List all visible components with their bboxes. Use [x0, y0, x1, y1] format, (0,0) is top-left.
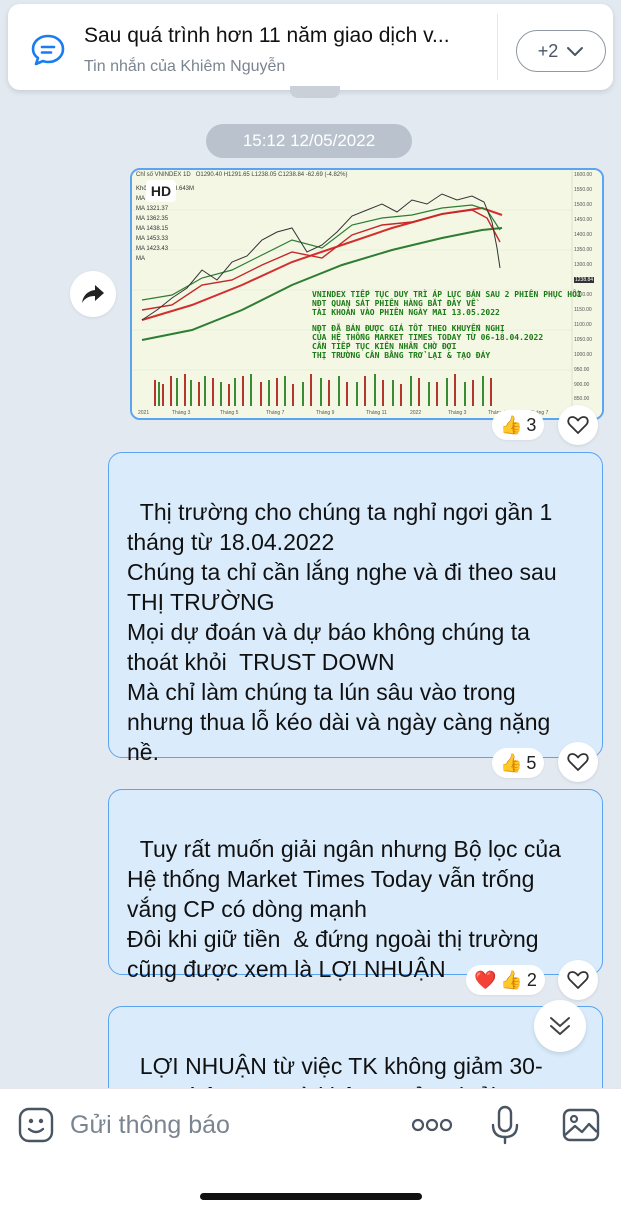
- time-tick: Tháng 9: [316, 410, 335, 416]
- time-tick: Tháng 5: [220, 410, 239, 416]
- chat-bubble-icon: [31, 34, 65, 66]
- annotation-line: CỦA HỆ THỐNG MARKET TIMES TODAY TỪ 06-18…: [312, 333, 544, 342]
- ma-item: MA 1438.15: [136, 226, 169, 232]
- time-tick: Tháng 7: [266, 410, 285, 416]
- thumbs-up-icon: 👍: [500, 969, 523, 990]
- chevron-down-icon: [567, 47, 584, 56]
- message-text: Thị trường cho chúng ta nghỉ ngơi gần 1 …: [127, 499, 557, 765]
- price-tick: 1500.00: [574, 202, 593, 208]
- pinned-divider: [497, 14, 498, 80]
- time-tick: 2021: [138, 410, 150, 416]
- forward-button[interactable]: [70, 271, 116, 317]
- pinned-message-bar[interactable]: Sau quá trình hơn 11 năm giao dịch v... …: [8, 4, 613, 90]
- message-bubble[interactable]: Tuy rất muốn giải ngân nhưng Bộ lọc của …: [108, 789, 603, 982]
- price-tick: 850.00: [574, 396, 590, 402]
- ma-item: MA 1321.37: [136, 206, 169, 212]
- price-tick: 1300.00: [574, 262, 593, 268]
- pinned-title: Sau quá trình hơn 11 năm giao dịch v...: [84, 24, 450, 47]
- reaction-summary[interactable]: ❤️ 👍 2: [466, 965, 545, 995]
- home-indicator: [200, 1193, 422, 1200]
- reaction-summary[interactable]: 👍 5: [492, 748, 545, 778]
- more-dots-icon[interactable]: [410, 1111, 454, 1139]
- like-button[interactable]: [558, 960, 598, 1000]
- time-tick: Tháng 3: [172, 410, 191, 416]
- scroll-to-bottom-button[interactable]: [534, 1000, 586, 1052]
- annotation-line: NĐT ĐÃ BÁN ĐƯỢC GIÁ TỐT THEO KHUYẾN NGHỊ: [312, 324, 505, 333]
- price-ticks: 1600.00 1550.00 1500.00 1450.00 1400.00 …: [574, 170, 602, 408]
- chart-title: Chỉ số VNINDEX 1D: [136, 172, 191, 178]
- like-button[interactable]: [558, 405, 598, 445]
- scroll-handle: [290, 86, 340, 98]
- timestamp-chip: 15:12 12/05/2022: [206, 124, 412, 158]
- message-bubble[interactable]: Thị trường cho chúng ta nghỉ ngơi gần 1 …: [108, 452, 603, 765]
- ma-item: MA 1453.33: [136, 236, 169, 242]
- reaction-summary[interactable]: 👍 3: [492, 410, 545, 440]
- message-input[interactable]: Gửi thông báo: [70, 1111, 230, 1140]
- annotation-line: CẦN TIẾP TỤC KIÊN NHẪN CHỜ ĐỢI: [312, 342, 457, 351]
- time-tick: Tháng 3: [448, 410, 467, 416]
- reaction-count: 3: [526, 414, 537, 435]
- chart-annotation-2: NĐT ĐÃ BÁN ĐƯỢC GIÁ TỐT THEO KHUYẾN NGHỊ…: [312, 324, 543, 360]
- ma-item: MA: [136, 256, 145, 262]
- time-tick: 2022: [410, 410, 422, 416]
- emoji-icon[interactable]: [18, 1107, 54, 1143]
- annotation-line: VNINDEX TIẾP TỤC DUY TRÌ ÁP LỰC BÁN SAU …: [312, 290, 582, 299]
- message-input-bar: Gửi thông báo: [0, 1088, 621, 1212]
- hd-badge: HD: [146, 180, 176, 202]
- price-tick: 1000.00: [574, 352, 593, 358]
- ma-item: MA 1423.43: [136, 246, 169, 252]
- price-tick: 1050.00: [574, 337, 593, 343]
- pinned-more-count: +2: [537, 40, 559, 61]
- chart-values: O1290.40 H1291.65 L1238.05 C1238.84 -62.…: [195, 172, 348, 178]
- message-text: Tuy rất muốn giải ngân nhưng Bộ lọc của …: [127, 836, 561, 982]
- heart-outline-icon: [567, 971, 589, 989]
- price-tick-current: 1238.84: [574, 277, 595, 283]
- pinned-subtitle: Tin nhắn của Khiêm Nguyễn: [84, 58, 286, 75]
- image-message[interactable]: Chỉ số VNINDEX 1D O1290.40 H1291.65 L123…: [130, 168, 604, 420]
- share-arrow-icon: [82, 285, 104, 303]
- reaction-count: 2: [526, 969, 537, 990]
- annotation-line: TÀI KHOẢN VÀO PHIÊN NGÀY MAI 13.05.2022: [312, 308, 500, 317]
- chevron-double-down-icon: [550, 1017, 570, 1035]
- timestamp-text: 15:12 12/05/2022: [242, 131, 376, 150]
- heart-outline-icon: [567, 416, 589, 434]
- heart-outline-icon: [567, 753, 589, 771]
- chart-header: Chỉ số VNINDEX 1D O1290.40 H1291.65 L123…: [136, 172, 347, 178]
- pinned-more-button[interactable]: +2: [516, 30, 606, 72]
- price-tick: 900.00: [574, 382, 590, 388]
- annotation-line: THỊ TRƯỜNG CÂN BẰNG TRỞ LẠI & TẠO ĐÁY: [312, 351, 491, 360]
- price-tick: 1100.00: [574, 322, 592, 328]
- price-tick: 1450.00: [574, 217, 593, 223]
- chart-annotation-1: VNINDEX TIẾP TỤC DUY TRÌ ÁP LỰC BÁN SAU …: [312, 290, 582, 317]
- price-tick: 1350.00: [574, 247, 593, 253]
- time-tick: Tháng 11: [366, 410, 387, 416]
- image-icon[interactable]: [562, 1107, 600, 1143]
- price-tick: 1400.00: [574, 232, 593, 238]
- heart-icon: ❤️: [474, 969, 497, 990]
- price-tick: 950.00: [574, 367, 590, 373]
- price-tick: 1600.00: [574, 172, 593, 178]
- thumbs-up-icon: 👍: [500, 414, 523, 435]
- annotation-line: NĐT QUAN SÁT PHIÊN HÀNG BẮT ĐÁY VỀ: [312, 299, 476, 308]
- like-button[interactable]: [558, 742, 598, 782]
- ma-item: MA 1362.35: [136, 216, 169, 222]
- reaction-count: 5: [526, 752, 537, 773]
- thumbs-up-icon: 👍: [500, 752, 523, 773]
- price-tick: 1550.00: [574, 187, 593, 193]
- mic-icon[interactable]: [490, 1105, 520, 1145]
